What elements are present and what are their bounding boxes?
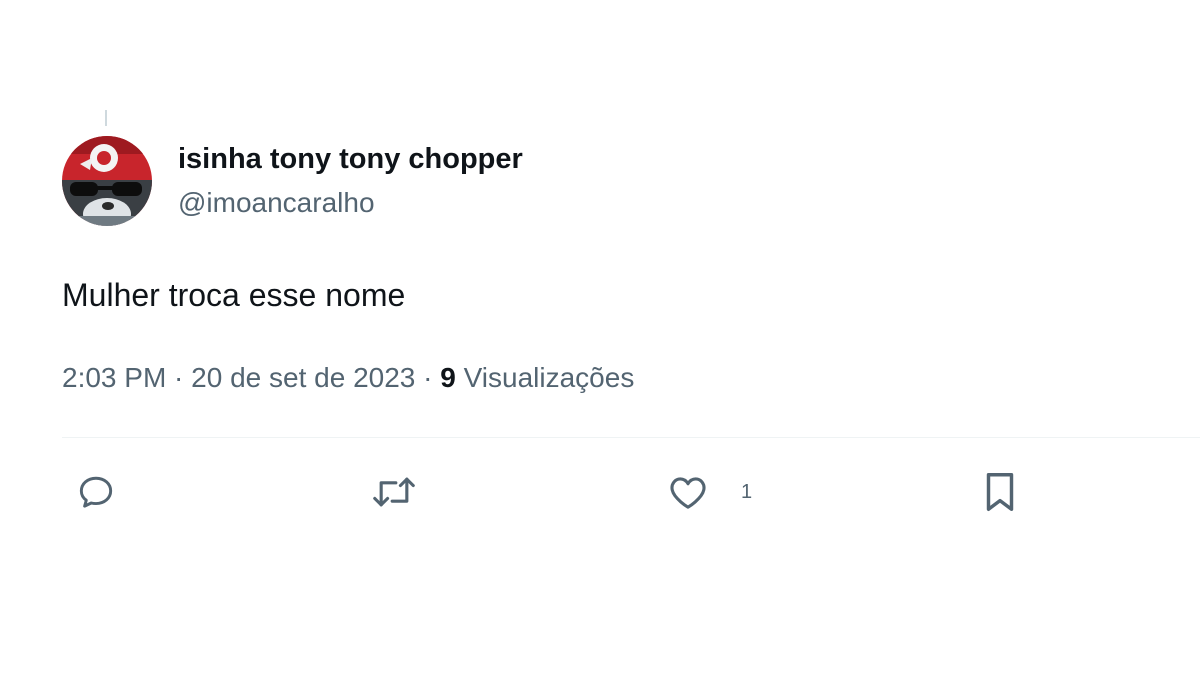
- views-label: Visualizações: [455, 362, 635, 393]
- avatar[interactable]: [62, 136, 152, 226]
- retweet-button[interactable]: [368, 470, 420, 514]
- reply-icon: [79, 476, 113, 508]
- tweet-meta: 2:03 PM · 20 de set de 2023 · 9 Visualiz…: [62, 361, 634, 395]
- reply-button[interactable]: [74, 470, 118, 514]
- bookmark-icon: [986, 473, 1014, 511]
- views-count: 9: [440, 362, 456, 393]
- heart-icon: [670, 477, 706, 509]
- like-button[interactable]: 1: [665, 470, 752, 514]
- retweet-icon: [373, 477, 415, 507]
- author-handle[interactable]: @imoancaralho: [178, 186, 375, 220]
- meta-separator: ·: [166, 362, 192, 393]
- meta-separator: ·: [415, 362, 441, 393]
- author-display-name[interactable]: isinha tony tony chopper: [178, 142, 523, 176]
- tweet-time[interactable]: 2:03 PM: [62, 362, 166, 393]
- tweet-date[interactable]: 20 de set de 2023: [191, 362, 415, 393]
- thread-connector-line: [105, 110, 107, 126]
- divider: [62, 437, 1200, 438]
- tweet-text: Mulher troca esse nome: [62, 277, 406, 313]
- like-count: 1: [741, 480, 753, 503]
- bookmark-button[interactable]: [980, 470, 1020, 514]
- avatar-image: [62, 136, 152, 226]
